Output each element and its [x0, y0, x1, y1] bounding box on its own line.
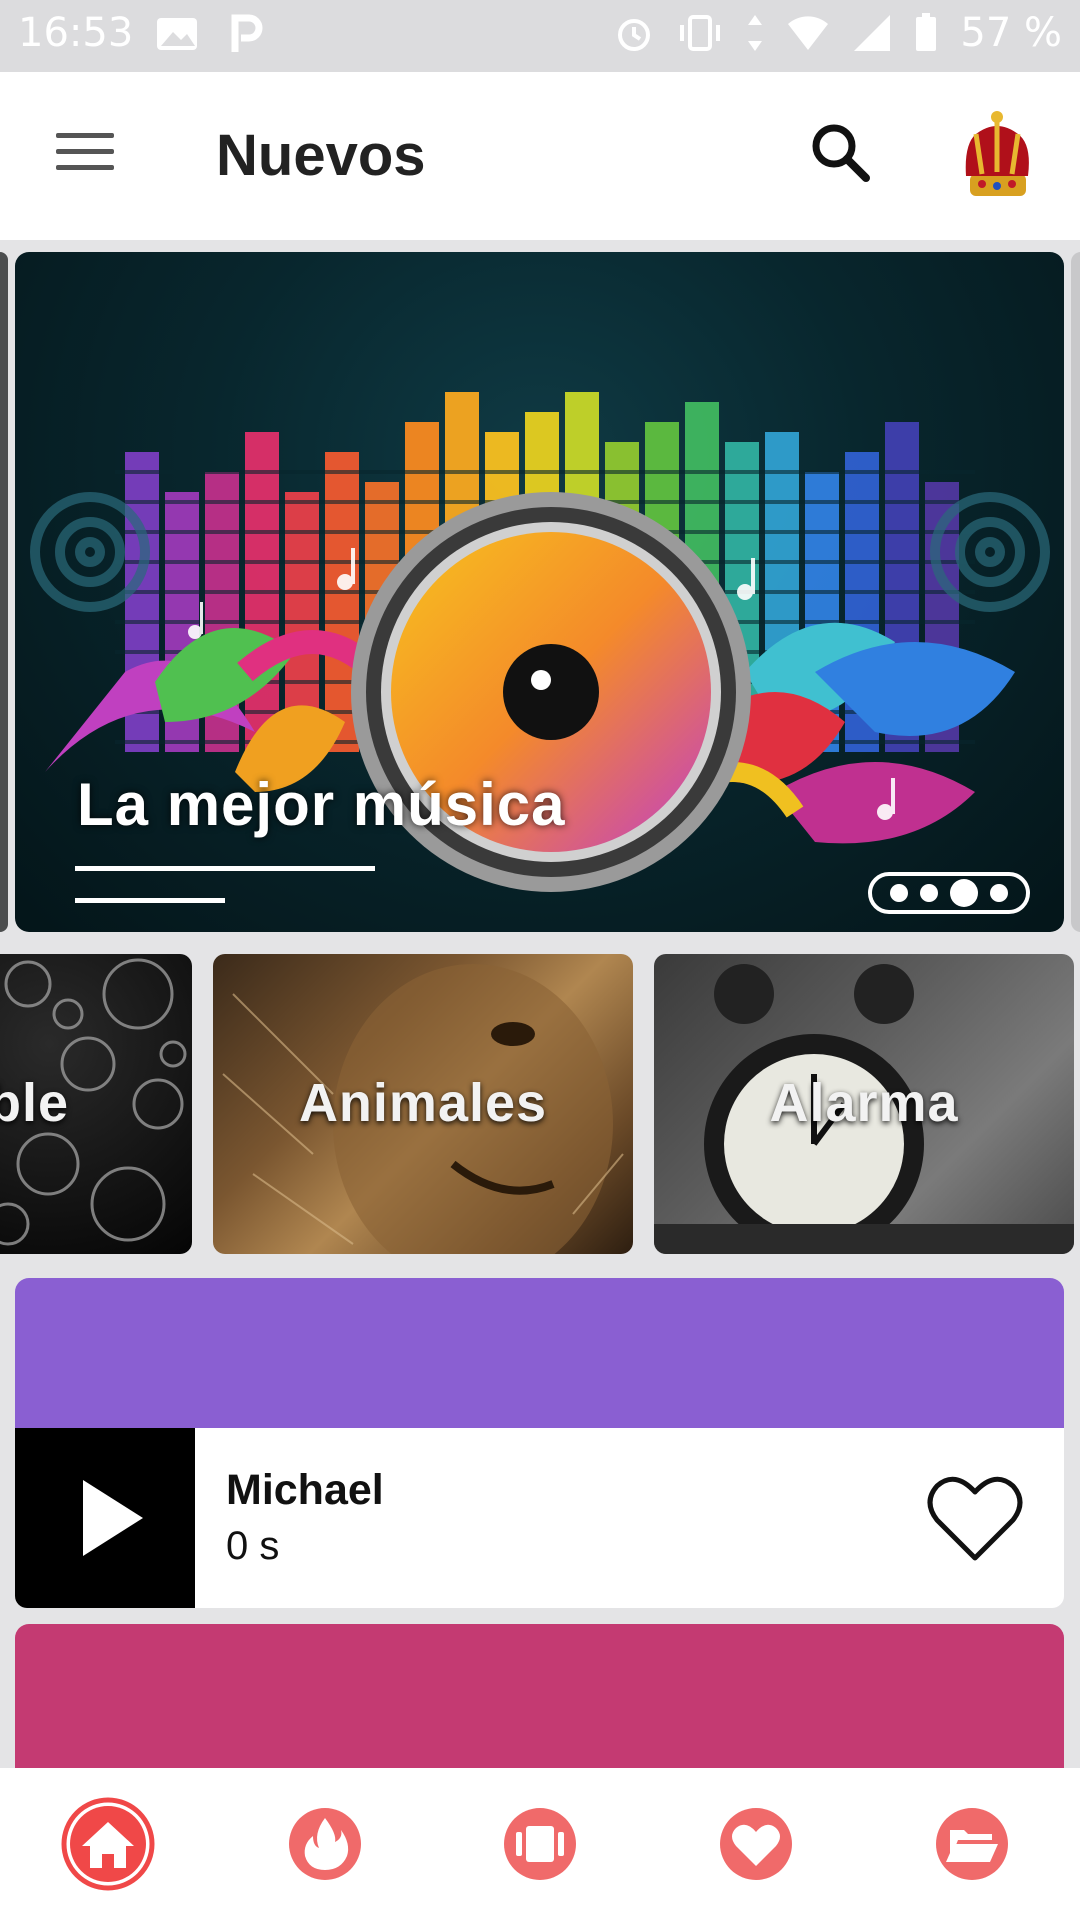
- sound-item-banner: [15, 1278, 1064, 1428]
- vibrate-status-icon: [680, 15, 721, 51]
- categories-icon[interactable]: [492, 1796, 588, 1892]
- sound-item-banner: [15, 1624, 1064, 1774]
- bottom-navigation: [0, 1768, 1080, 1920]
- data-arrows-icon: [748, 15, 763, 51]
- heart-icon[interactable]: [708, 1796, 804, 1892]
- sound-list-item[interactable]: Michael 0 s: [15, 1428, 1064, 1608]
- menu-icon-line: [56, 133, 114, 138]
- menu-icon-line: [56, 165, 114, 170]
- battery-percent: 57 %: [960, 10, 1062, 56]
- wifi-status-icon: [788, 16, 829, 50]
- p-notification-icon: [231, 14, 263, 52]
- battery-status-icon: [916, 13, 937, 51]
- folder-icon[interactable]: [924, 1796, 1020, 1892]
- category-card-animals[interactable]: Animales: [213, 954, 633, 1254]
- carousel-slide-title: La mejor música: [77, 771, 566, 838]
- carousel-dot[interactable]: [890, 884, 908, 902]
- category-label: ble: [0, 1073, 70, 1133]
- carousel-next-slide[interactable]: [1071, 252, 1080, 932]
- category-strip[interactable]: ble Animales Alarma: [0, 954, 1080, 1254]
- sound-title: Michael: [226, 1466, 384, 1514]
- carousel-dot[interactable]: [920, 884, 938, 902]
- category-label: Animales: [298, 1073, 548, 1133]
- category-label: Alarma: [769, 1073, 959, 1133]
- crown-avatar-icon[interactable]: [952, 108, 1042, 204]
- category-card-bubbles[interactable]: ble: [0, 954, 192, 1254]
- play-icon: [83, 1480, 143, 1556]
- featured-carousel[interactable]: La mejor música: [0, 252, 1080, 934]
- carousel-previous-slide[interactable]: [0, 252, 8, 932]
- page-title: Nuevos: [216, 123, 426, 188]
- slide-title-underline-short: [75, 898, 225, 903]
- category-card-alarm[interactable]: Alarma: [654, 954, 1074, 1254]
- fire-icon[interactable]: [277, 1796, 373, 1892]
- app-bar: Nuevos: [0, 72, 1080, 240]
- slide-title-underline: [75, 866, 375, 871]
- sound-duration: 0 s: [226, 1524, 280, 1568]
- signal-status-icon: [854, 15, 891, 51]
- carousel-dot-active[interactable]: [950, 879, 978, 907]
- menu-icon-line: [56, 149, 114, 154]
- carousel-slide[interactable]: La mejor música: [15, 252, 1064, 932]
- home-icon[interactable]: [60, 1796, 156, 1892]
- carousel-dot[interactable]: [990, 884, 1008, 902]
- status-system-icons: 57 %: [614, 10, 1062, 56]
- image-notification-icon: [157, 18, 197, 50]
- status-notification-icons: [155, 14, 263, 54]
- play-button[interactable]: [15, 1428, 195, 1608]
- carousel-page-indicator[interactable]: [868, 872, 1030, 914]
- search-icon[interactable]: [806, 118, 876, 188]
- status-time: 16:53: [18, 10, 134, 56]
- alarm-status-icon: [618, 19, 651, 51]
- menu-button[interactable]: [44, 122, 118, 192]
- favorite-heart-icon[interactable]: [927, 1472, 1023, 1566]
- status-bar: 16:53 57 %: [0, 0, 1080, 72]
